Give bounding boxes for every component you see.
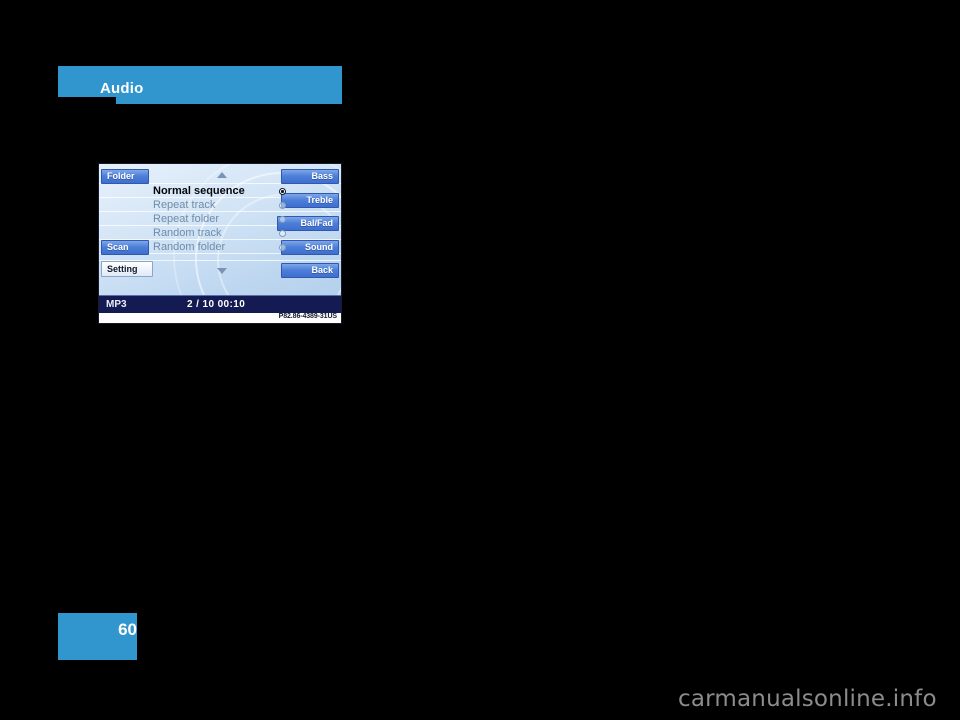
treble-button[interactable]: Treble [281, 193, 339, 208]
figure-caption: P82.86-4389-31US [278, 313, 337, 320]
section-header-notch [58, 97, 116, 105]
status-source-label: MP3 [106, 299, 127, 310]
figure-head-unit-screenshot: Folder Scan Setting Bass Treble Bal/Fad … [98, 163, 342, 324]
list-item-repeat-folder[interactable]: Repeat folder [153, 212, 286, 226]
radio-button[interactable] [279, 230, 286, 237]
radio-button[interactable] [279, 244, 286, 251]
status-track-time: 2 / 10 00:10 [187, 299, 246, 310]
triangle-up-icon[interactable] [217, 172, 227, 178]
scan-button[interactable]: Scan [101, 240, 149, 255]
list-item-label: Random folder [153, 241, 226, 253]
bal-fad-button[interactable]: Bal/Fad [277, 216, 339, 231]
radio-button[interactable] [279, 202, 286, 209]
playback-mode-list: Normal sequence Repeat track Repeat fold… [153, 184, 286, 254]
list-item-label: Repeat track [153, 199, 216, 211]
list-item-repeat-track[interactable]: Repeat track [153, 198, 286, 212]
head-unit-screen: Folder Scan Setting Bass Treble Bal/Fad … [99, 164, 341, 295]
sound-button[interactable]: Sound [281, 240, 339, 255]
page-title: Audio [100, 80, 144, 97]
list-item-normal-sequence[interactable]: Normal sequence [153, 184, 286, 198]
back-button[interactable]: Back [281, 263, 339, 278]
radio-button[interactable] [279, 216, 286, 223]
folder-button[interactable]: Folder [101, 169, 149, 184]
radio-button-selected[interactable] [279, 188, 286, 195]
figure-caption-strip: P82.86-4389-31US [99, 313, 341, 323]
status-bar: MP3 2 / 10 00:10 [99, 295, 341, 314]
setting-button[interactable]: Setting [101, 261, 153, 277]
triangle-down-icon[interactable] [217, 268, 227, 274]
list-item-label: Repeat folder [153, 213, 220, 225]
page-number: 60 [118, 620, 137, 639]
list-item-random-folder[interactable]: Random folder [153, 240, 286, 254]
bass-button[interactable]: Bass [281, 169, 339, 184]
list-item-random-track[interactable]: Random track [153, 226, 286, 240]
list-item-label: Random track [153, 227, 222, 239]
list-item-label: Normal sequence [153, 185, 245, 197]
site-watermark: carmanualsonline.info [678, 686, 937, 712]
